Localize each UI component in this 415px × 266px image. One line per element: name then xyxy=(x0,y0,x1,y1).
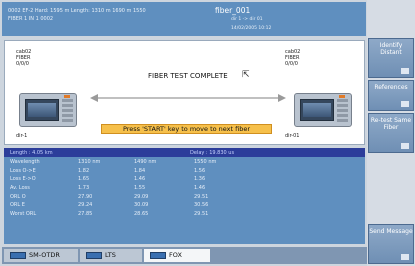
table-cell: 1.73 xyxy=(78,185,90,192)
test-complete-title: FIBER TEST COMPLETE xyxy=(148,72,228,80)
table-cell: 1.55 xyxy=(134,185,146,192)
key-icon xyxy=(401,143,409,149)
table-cell: 27.90 xyxy=(78,193,93,200)
table-cell: 1.46 xyxy=(194,185,206,192)
double-arrow-icon xyxy=(90,94,286,102)
button-label: Send Message xyxy=(369,228,413,235)
results-table: Wavelength 1310 nm 1490 nm 1550 nm Loss O->E… xyxy=(4,158,264,218)
header-direction: dir 1 -> dir 01 xyxy=(231,17,263,22)
table-row: Wavelength 1310 nm 1490 nm 1550 nm xyxy=(4,158,264,167)
table-row: ORL O 27.90 29.09 29.51 xyxy=(4,192,264,201)
otdr-icon xyxy=(10,252,26,259)
row-label: Wavelength xyxy=(10,159,40,166)
table-cell: 1490 nm xyxy=(134,159,157,166)
fox-icon xyxy=(150,252,166,259)
row-label: ORL E xyxy=(10,202,25,209)
row-label: Av. Loss xyxy=(10,185,30,192)
table-row: Worst ORL 27.85 28.65 29.51 xyxy=(4,210,264,219)
tab-label: LTS xyxy=(105,251,116,259)
left-label-3: 0/0/0 xyxy=(16,61,29,67)
mouse-cursor-icon: ⇱ xyxy=(242,70,250,80)
retest-same-fiber-button[interactable]: Re-test Same Fiber xyxy=(368,113,414,153)
table-row: ORL E 29.24 30.09 30.56 xyxy=(4,201,264,210)
table-row: Av. Loss 1.73 1.55 1.46 xyxy=(4,184,264,193)
table-cell: 1310 nm xyxy=(78,159,101,166)
right-label-3: 0/0/0 xyxy=(285,61,298,67)
test-status-panel: cab02 FIBER 0/0/0 cab02 FIBER 0/0/0 FIBE… xyxy=(4,40,365,145)
key-icon xyxy=(401,101,409,107)
button-label: Identify Distant xyxy=(379,42,403,56)
module-tab-bar: SM-OTDR LTS FOX xyxy=(2,247,367,264)
left-unit-id: dir-1 xyxy=(16,133,28,139)
table-cell: 1.56 xyxy=(194,167,206,174)
table-cell: 1.46 xyxy=(134,176,146,183)
table-cell: 29.09 xyxy=(134,193,149,200)
table-cell: 1.36 xyxy=(194,176,206,183)
button-label: References xyxy=(374,84,408,91)
table-cell: 27.85 xyxy=(78,210,93,217)
tab-fox[interactable]: FOX xyxy=(144,249,210,262)
row-label: ORL O xyxy=(10,193,26,200)
identify-distant-button[interactable]: Identify Distant xyxy=(368,38,414,78)
tab-lts[interactable]: LTS xyxy=(80,249,142,262)
table-cell: 30.56 xyxy=(194,202,209,209)
results-table-panel: Length : 4.05 km Delay : 19.830 us Wavel… xyxy=(4,148,365,244)
lts-icon xyxy=(86,252,102,259)
table-cell: 1.82 xyxy=(78,167,90,174)
summary-bar: Length : 4.05 km Delay : 19.830 us xyxy=(4,148,365,157)
start-next-fiber-message: Press 'START' key to move to next fiber xyxy=(101,124,272,134)
right-test-unit-icon xyxy=(294,93,352,127)
button-label: Re-test Same Fiber xyxy=(370,117,412,131)
table-cell: 1.84 xyxy=(134,167,146,174)
table-cell: 1550 nm xyxy=(194,159,217,166)
table-row: Loss O->E 1.82 1.84 1.56 xyxy=(4,167,264,176)
tab-label: SM-OTDR xyxy=(29,251,60,259)
row-label: Loss O->E xyxy=(10,167,36,174)
header-datetime: 14/02/2005 10:12 xyxy=(231,26,272,31)
key-icon xyxy=(401,254,409,260)
right-unit-id: dir-01 xyxy=(285,133,300,139)
left-test-unit-icon xyxy=(19,93,77,127)
header-bar: 0002 EF-2 Hard: 1595 m Length: 1310 m 16… xyxy=(2,2,366,36)
tab-label: FOX xyxy=(169,251,182,259)
table-cell: 29.51 xyxy=(194,210,209,217)
fiber-delay: Delay : 19.830 us xyxy=(190,150,235,156)
key-icon xyxy=(401,68,409,74)
fiber-length: Length : 4.05 km xyxy=(10,150,53,156)
tab-sm-otdr[interactable]: SM-OTDR xyxy=(4,249,78,262)
table-cell: 29.24 xyxy=(78,202,93,209)
header-info-line-2: FIBER 1 IN 1 0002 xyxy=(8,16,54,22)
row-label: Loss E->O xyxy=(10,176,36,183)
references-button[interactable]: References xyxy=(368,80,414,111)
table-cell: 30.09 xyxy=(134,202,149,209)
table-row: Loss E->O 1.65 1.46 1.36 xyxy=(4,175,264,184)
side-button-panel: Identify Distant References Re-test Same… xyxy=(367,0,415,266)
send-message-button[interactable]: Send Message xyxy=(368,224,414,264)
table-cell: 29.51 xyxy=(194,193,209,200)
table-cell: 28.65 xyxy=(134,210,149,217)
main-area: 0002 EF-2 Hard: 1595 m Length: 1310 m 16… xyxy=(0,0,367,266)
table-cell: 1.65 xyxy=(78,176,90,183)
row-label: Worst ORL xyxy=(10,210,37,217)
fiber-name: fiber_001 xyxy=(215,6,251,15)
header-info-line-1: 0002 EF-2 Hard: 1595 m Length: 1310 m 16… xyxy=(8,8,146,14)
